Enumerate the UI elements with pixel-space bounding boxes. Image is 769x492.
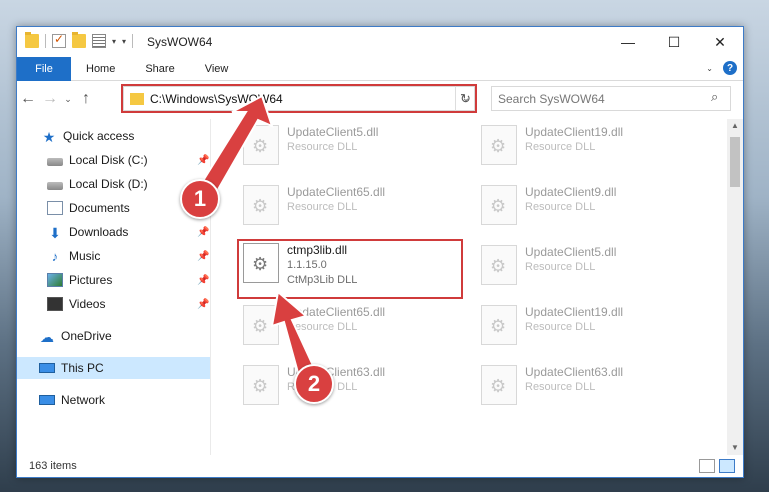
step-badge-2: 2 (294, 364, 334, 404)
step-badge-1: 1 (180, 179, 220, 219)
annotation-arrows (194, 94, 318, 382)
